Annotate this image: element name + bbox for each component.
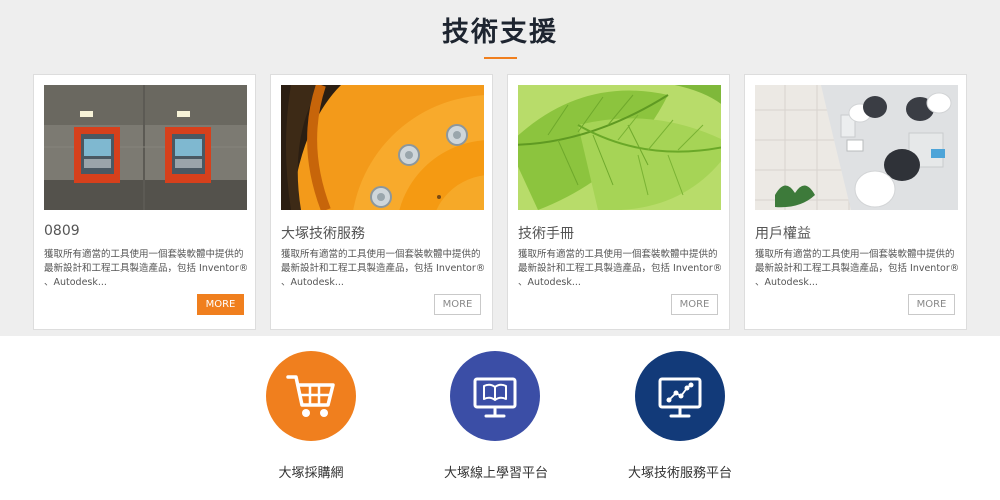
card-tech-manual[interactable]: 技術手冊 獲取所有適當的工具使用一個套裝軟體中提供的最新設計和工程工具製造產品，…: [507, 74, 730, 330]
card-title: 用戶權益: [755, 226, 811, 242]
green-leaf-image: [518, 85, 721, 210]
card-0809[interactable]: 0809 獲取所有適當的工具使用一個套裝軟體中提供的最新設計和工程工具製造產品，…: [33, 74, 256, 330]
card-description: 獲取所有適當的工具使用一個套裝軟體中提供的最新設計和工程工具製造產品，包括 In…: [281, 249, 486, 288]
card-description: 獲取所有適當的工具使用一個套裝軟體中提供的最新設計和工程工具製造產品，包括 In…: [44, 249, 249, 288]
title-underline: [484, 57, 517, 59]
more-button[interactable]: MORE: [671, 294, 718, 315]
book-monitor-icon[interactable]: [450, 351, 540, 441]
platform-label[interactable]: 大塚技術服務平台: [580, 462, 780, 481]
more-button[interactable]: MORE: [434, 294, 481, 315]
card-title: 0809: [44, 223, 80, 239]
card-user-rights[interactable]: 用戶權益 獲取所有適當的工具使用一個套裝軟體中提供的最新設計和工程工具製造產品，…: [744, 74, 967, 330]
shopping-cart-icon[interactable]: [266, 351, 356, 441]
platform-label[interactable]: 大塚線上學習平台: [396, 462, 596, 481]
platform-label[interactable]: 大塚採購網: [211, 462, 411, 481]
more-button[interactable]: MORE: [908, 294, 955, 315]
card-title: 大塚技術服務: [281, 226, 365, 242]
card-technical-service[interactable]: 大塚技術服務 獲取所有適當的工具使用一個套裝軟體中提供的最新設計和工程工具製造產…: [270, 74, 493, 330]
office-meeting-image: [755, 85, 958, 210]
atm-image: [44, 85, 247, 210]
card-description: 獲取所有適當的工具使用一個套裝軟體中提供的最新設計和工程工具製造產品，包括 In…: [518, 249, 723, 288]
card-description: 獲取所有適當的工具使用一個套裝軟體中提供的最新設計和工程工具製造產品，包括 In…: [755, 249, 960, 288]
network-monitor-icon[interactable]: [635, 351, 725, 441]
page-title: 技術支援: [442, 17, 558, 48]
card-title: 技術手冊: [518, 226, 574, 242]
more-button[interactable]: MORE: [197, 294, 244, 315]
orange-wheel-image: [281, 85, 484, 210]
